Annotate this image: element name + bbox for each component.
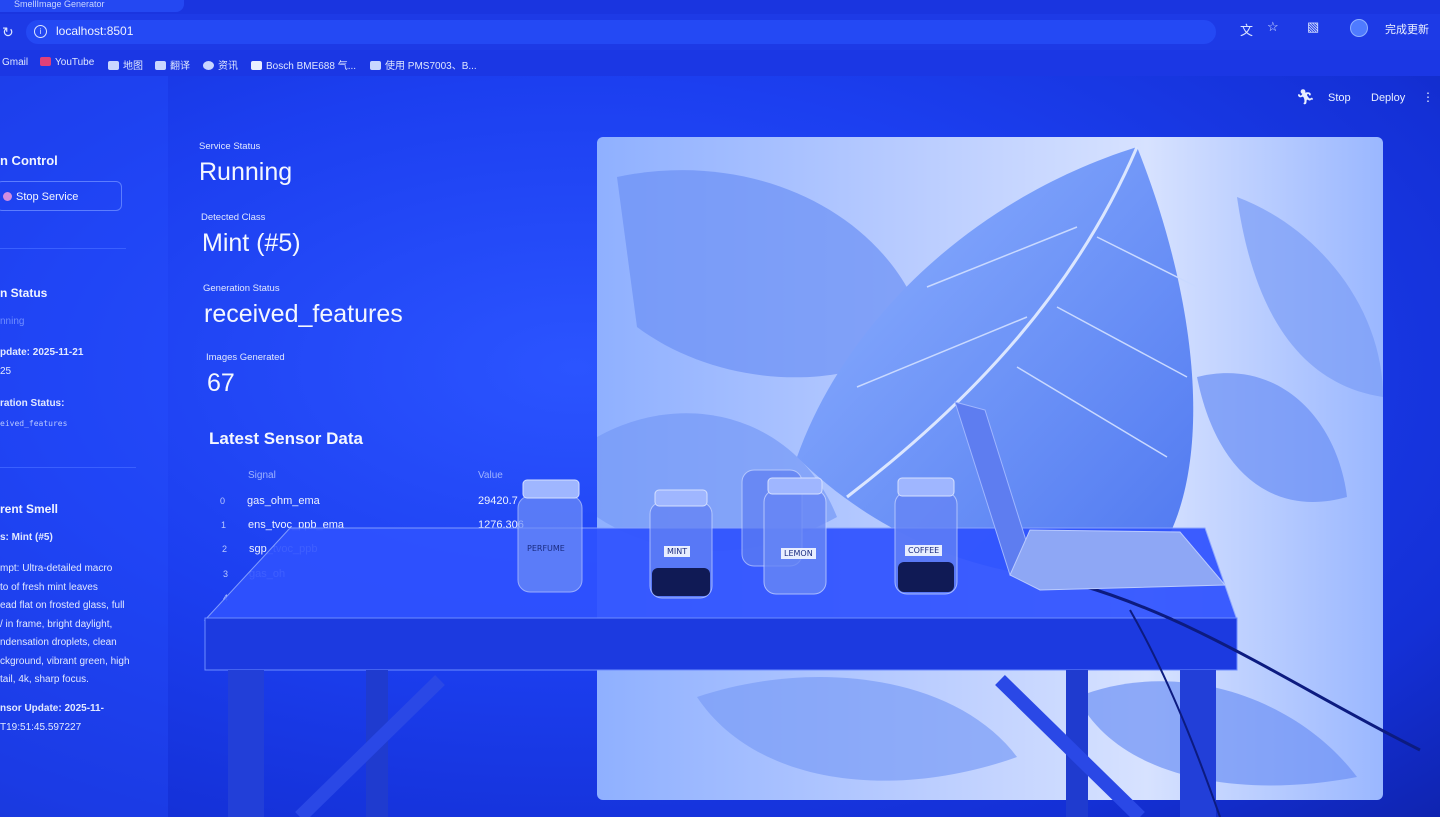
- jar-label: LEMON: [781, 548, 816, 559]
- jar-coffee: [894, 477, 958, 595]
- scene-overlay: [203, 401, 1421, 817]
- jar-label: MINT: [664, 546, 691, 557]
- jar-label: COFFEE: [905, 545, 943, 556]
- table-apron: [204, 617, 1238, 671]
- jar-mint: [649, 489, 713, 599]
- jar-label: PERFUME: [527, 544, 565, 553]
- jar-perfume: [517, 479, 583, 593]
- table-leg: [1180, 670, 1216, 817]
- table-leg: [228, 670, 264, 817]
